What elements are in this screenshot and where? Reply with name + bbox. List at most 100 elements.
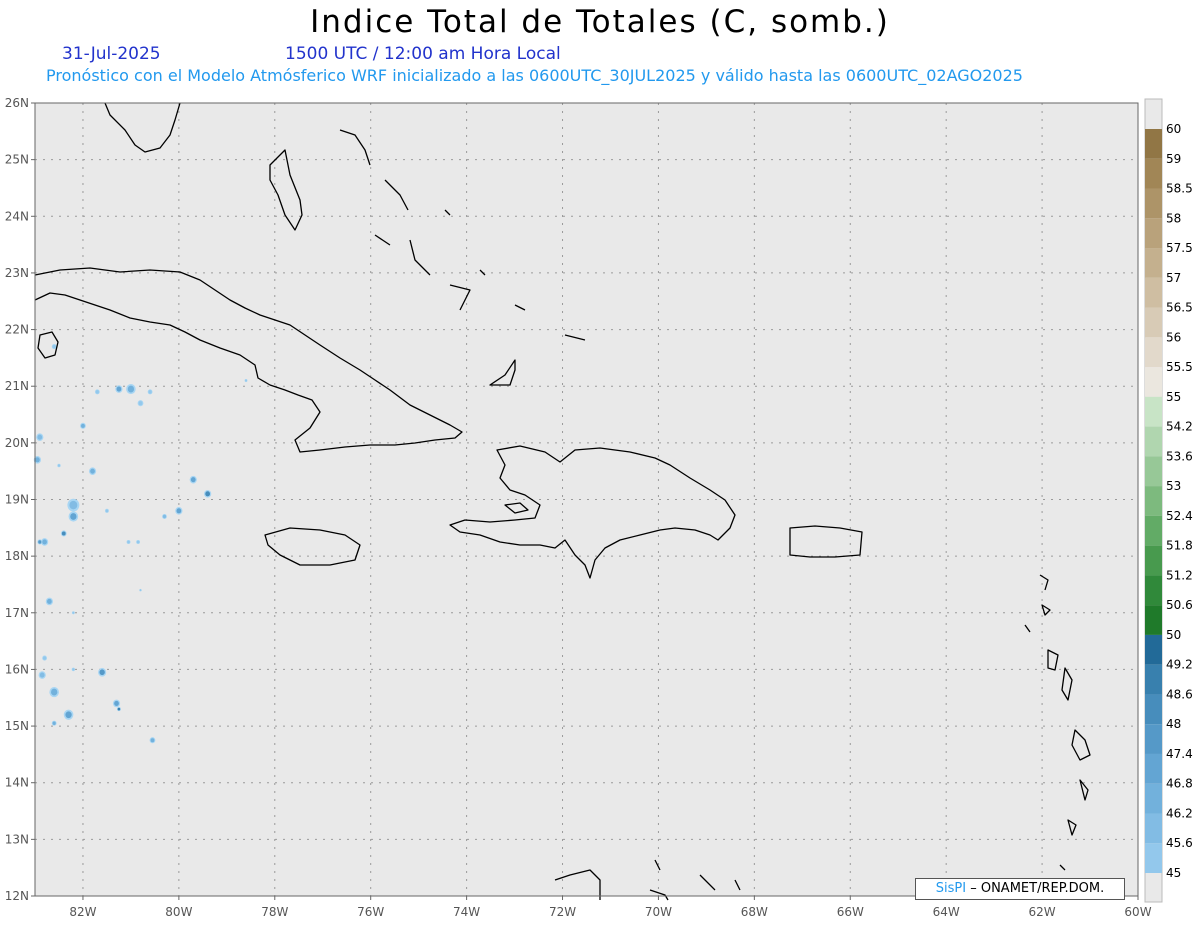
lon-tick-label: 64W <box>933 905 960 919</box>
lon-tick-label: 76W <box>357 905 384 919</box>
lat-tick-label: 13N <box>5 832 29 846</box>
colorbar-swatch <box>1145 813 1162 844</box>
colorbar-swatch <box>1145 129 1162 159</box>
lat-tick-label: 23N <box>5 266 29 280</box>
tt-cell-core <box>116 386 122 392</box>
colorbar-label: 53.6 <box>1166 449 1193 463</box>
colorbar-swatch <box>1145 753 1162 784</box>
tt-cell-core <box>57 464 61 467</box>
tt-cell-core <box>38 540 42 544</box>
colorbar-swatch <box>1145 724 1162 754</box>
lat-tick-label: 20N <box>5 436 29 450</box>
tt-cell-core <box>43 656 47 660</box>
tt-cell-core <box>127 385 135 393</box>
colorbar-label: 53 <box>1166 479 1181 493</box>
tt-cell-core <box>127 540 130 544</box>
lon-tick-label: 80W <box>165 905 192 919</box>
map-figure: 82W 80W 78W 76W 74W 72W 70W 68W 66W 64W 62W 60W 26N 2… <box>5 96 1193 919</box>
colorbar-label: 56 <box>1166 330 1181 344</box>
colorbar-label: 48.6 <box>1166 687 1193 701</box>
colorbar-label: 50.6 <box>1166 598 1193 612</box>
tt-cell-core <box>61 531 66 536</box>
colorbar-swatch <box>1145 605 1162 635</box>
lat-tick-label: 25N <box>5 153 29 167</box>
lon-tick-label: 60W <box>1124 905 1151 919</box>
colorbar-swatch <box>1145 486 1162 516</box>
lat-tick-label: 17N <box>5 606 29 620</box>
colorbar-label: 52.4 <box>1166 509 1193 523</box>
tt-cell-core <box>162 514 167 519</box>
tt-cell-core <box>136 540 140 544</box>
tt-cell-core <box>190 477 196 483</box>
colorbar-swatch <box>1145 248 1162 278</box>
colorbar-label: 59 <box>1166 152 1181 166</box>
colorbar-swatch <box>1145 545 1162 576</box>
colorbar-label: 46.8 <box>1166 777 1193 791</box>
lat-tick-label: 19N <box>5 493 29 507</box>
colorbar-swatch <box>1145 515 1162 546</box>
credit-box: SisPI – ONAMET/REP.DOM. <box>915 878 1125 900</box>
colorbar-label: 55.5 <box>1166 360 1193 374</box>
colorbar-label: 48 <box>1166 717 1181 731</box>
tt-cell-core <box>138 401 143 406</box>
colorbar-swatch <box>1145 277 1162 308</box>
tt-cell-core <box>95 390 99 394</box>
colorbar-swatch <box>1145 158 1162 189</box>
colorbar-swatch <box>1145 307 1162 338</box>
colorbar-label: 51.8 <box>1166 539 1193 553</box>
colorbar-swatch <box>1145 664 1162 695</box>
tt-cell-core <box>105 509 109 513</box>
tt-cell-core <box>205 491 211 497</box>
tt-cell-core <box>65 711 72 719</box>
lon-tick-label: 78W <box>261 905 288 919</box>
colorbar-swatch <box>1145 843 1162 873</box>
colorbar-label: 57.5 <box>1166 241 1193 255</box>
colorbar-label: 55 <box>1166 390 1181 404</box>
colorbar-label: 60 <box>1166 122 1181 136</box>
tt-cell-core <box>47 598 52 605</box>
colorbar-swatch <box>1145 426 1162 457</box>
lon-tick-label: 68W <box>741 905 768 919</box>
tt-cell-core <box>42 539 47 545</box>
colorbar-label: 45.6 <box>1166 836 1193 850</box>
colorbar-label: 50 <box>1166 628 1181 642</box>
tt-cell-core <box>117 707 121 711</box>
lat-tick-label: 26N <box>5 96 29 110</box>
colorbar-swatch <box>1145 188 1162 219</box>
tt-cell-core <box>52 344 56 349</box>
lon-tick-label: 62W <box>1029 905 1056 919</box>
lat-tick-label: 16N <box>5 662 29 676</box>
lon-tick-label: 74W <box>453 905 480 919</box>
colorbar-swatch <box>1145 337 1162 368</box>
tt-cell-core <box>51 688 58 696</box>
tt-cell-core <box>72 668 75 671</box>
colorbar-label: 58.5 <box>1166 182 1193 196</box>
colorbar-label: 46.2 <box>1166 806 1193 820</box>
tt-cell-core <box>52 721 56 725</box>
colorbar-label: 51.2 <box>1166 568 1193 582</box>
tt-cell-core <box>245 379 247 382</box>
colorbar-swatch <box>1145 456 1162 487</box>
tt-cell-core <box>81 423 85 428</box>
credit-org: – ONAMET/REP.DOM. <box>966 881 1105 896</box>
tt-cell-core <box>150 738 155 743</box>
tt-cell-core <box>70 513 77 520</box>
tt-cell-core <box>99 669 105 676</box>
colorbar-swatch <box>1145 634 1162 665</box>
colorbar-swatch <box>1145 367 1162 397</box>
tt-cell-core <box>35 457 40 463</box>
lat-tick-label: 22N <box>5 323 29 337</box>
tt-cell-core <box>37 434 43 440</box>
colorbar-label: 45 <box>1166 866 1181 880</box>
tt-cell-core <box>148 390 152 394</box>
tt-cell-core <box>39 672 45 678</box>
lat-tick-label: 14N <box>5 776 29 790</box>
tt-cell-core <box>176 508 182 514</box>
colorbar-label: 47.4 <box>1166 747 1193 761</box>
lat-tick-label: 12N <box>5 889 29 903</box>
colorbar-swatch <box>1145 575 1162 606</box>
tt-cell-core <box>72 611 75 614</box>
colorbar-swatch <box>1145 694 1162 725</box>
colorbar-label: 58 <box>1166 211 1181 225</box>
lat-tick-label: 15N <box>5 719 29 733</box>
